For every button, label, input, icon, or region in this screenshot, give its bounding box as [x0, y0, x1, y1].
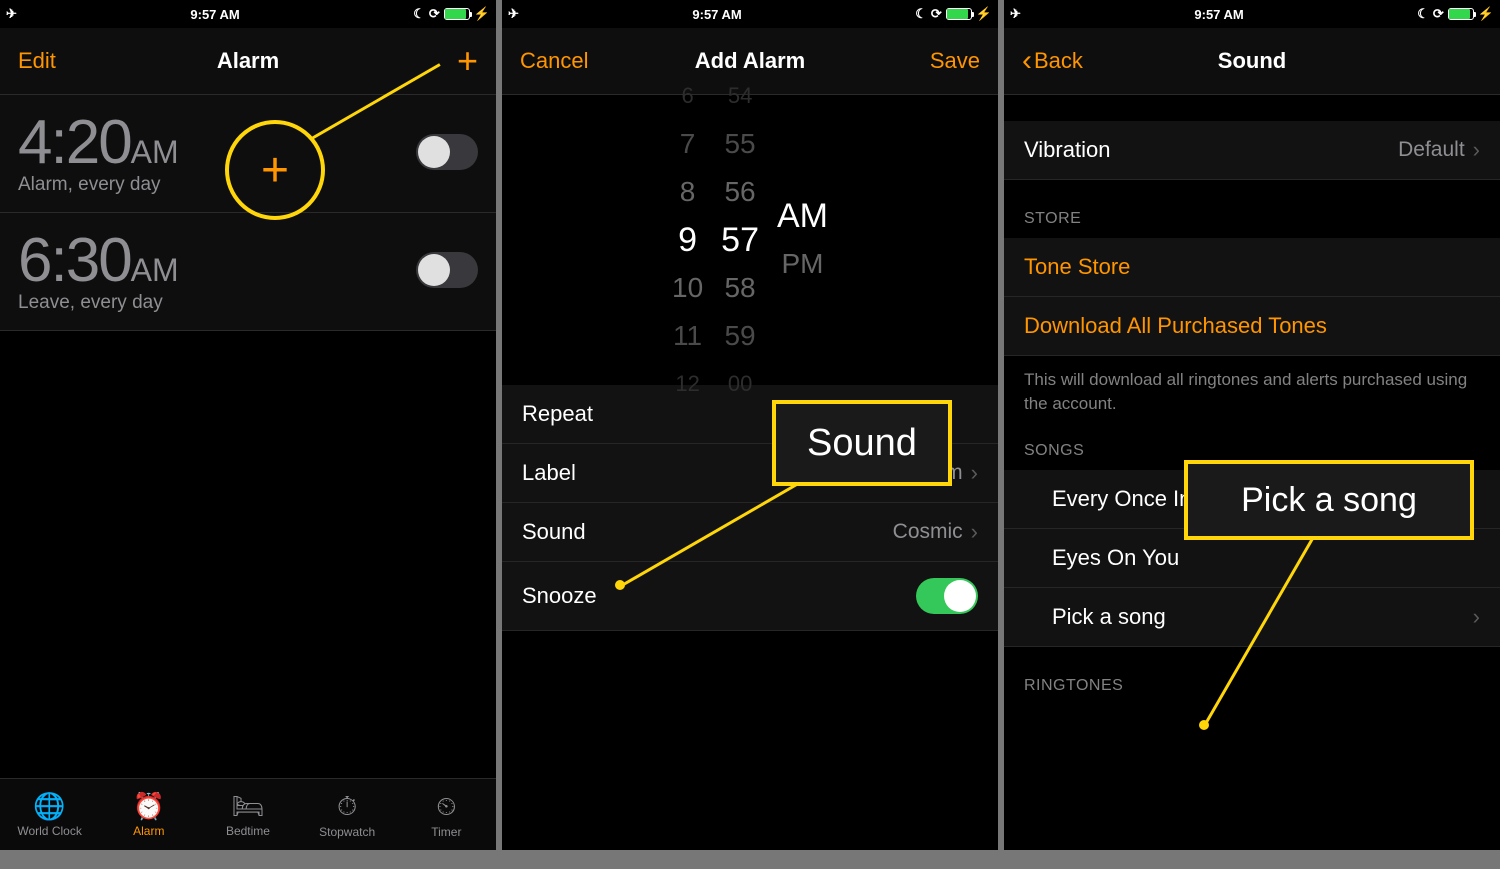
- time-picker[interactable]: 6 7 8 9 10 11 12 54 55 56 57 58 59 00 AM…: [502, 95, 998, 385]
- chevron-right-icon: ›: [1473, 604, 1480, 630]
- save-button[interactable]: Save: [930, 48, 980, 74]
- status-bar: ✈ 9:57 AM ☾ ⟳ ⚡: [1004, 0, 1500, 28]
- tab-bar: 🌐World Clock ⏰Alarm 🛏Bedtime ⏱Stopwatch …: [0, 778, 496, 850]
- alarm-time: 4:20AM: [18, 107, 179, 178]
- vibration-row[interactable]: Vibration Default›: [1004, 121, 1500, 180]
- moon-icon: ☾: [915, 6, 927, 22]
- alarm-time: 6:30AM: [18, 225, 179, 296]
- moon-icon: ☾: [413, 6, 425, 22]
- tab-bedtime[interactable]: 🛏Bedtime: [198, 791, 297, 838]
- alarm-icon: ⏰: [99, 791, 198, 822]
- cancel-button[interactable]: Cancel: [520, 48, 588, 74]
- alarm-toggle[interactable]: [416, 252, 478, 288]
- page-title: Alarm: [217, 48, 279, 74]
- store-header: STORE: [1004, 180, 1500, 238]
- callout-box-pick-song: Pick a song: [1184, 460, 1474, 540]
- globe-icon: 🌐: [0, 791, 99, 822]
- battery-icon: [1448, 8, 1474, 20]
- timer-icon: ⏲: [397, 791, 496, 823]
- charging-icon: ⚡: [1478, 6, 1494, 22]
- callout-dot: [1199, 720, 1209, 730]
- screen-alarm-list: ✈ 9:57 AM ☾ ⟳ ⚡ Edit Alarm + 4:20AM Alar…: [0, 0, 496, 850]
- download-tones-link[interactable]: Download All Purchased Tones: [1004, 297, 1500, 356]
- tone-store-link[interactable]: Tone Store: [1004, 238, 1500, 297]
- alarm-label: Leave, every day: [18, 292, 179, 314]
- status-bar: ✈ 9:57 AM ☾ ⟳ ⚡: [502, 0, 998, 28]
- airplane-icon: ✈: [508, 6, 519, 22]
- charging-icon: ⚡: [474, 6, 490, 22]
- chevron-right-icon: ›: [971, 460, 978, 486]
- alarm-toggle[interactable]: [416, 134, 478, 170]
- tab-stopwatch[interactable]: ⏱Stopwatch: [298, 791, 397, 839]
- bed-icon: 🛏: [198, 791, 297, 822]
- back-button[interactable]: ‹Back: [1022, 48, 1083, 74]
- battery-icon: [946, 8, 972, 20]
- callout-dot: [615, 580, 625, 590]
- airplane-icon: ✈: [6, 6, 17, 22]
- lock-icon: ⟳: [1433, 6, 1444, 22]
- lock-icon: ⟳: [931, 6, 942, 22]
- status-time: 9:57 AM: [692, 7, 741, 22]
- battery-icon: [444, 8, 470, 20]
- status-time: 9:57 AM: [190, 7, 239, 22]
- status-bar: ✈ 9:57 AM ☾ ⟳ ⚡: [0, 0, 496, 28]
- snooze-toggle[interactable]: [916, 578, 978, 614]
- status-time: 9:57 AM: [1194, 7, 1243, 22]
- tab-timer[interactable]: ⏲Timer: [397, 791, 496, 839]
- snooze-row: Snooze: [502, 562, 998, 631]
- chevron-right-icon: ›: [1473, 137, 1480, 163]
- airplane-icon: ✈: [1010, 6, 1021, 22]
- nav-bar: Edit Alarm +: [0, 28, 496, 95]
- chevron-right-icon: ›: [971, 519, 978, 545]
- screen-sound: ✈ 9:57 AM ☾ ⟳ ⚡ ‹Back Sound Vibration De…: [1004, 0, 1500, 850]
- add-alarm-button[interactable]: +: [457, 40, 478, 82]
- nav-bar: ‹Back Sound: [1004, 28, 1500, 95]
- page-title: Sound: [1218, 48, 1286, 74]
- lock-icon: ⟳: [429, 6, 440, 22]
- chevron-left-icon: ‹: [1022, 51, 1032, 71]
- ampm-picker[interactable]: AM PM: [777, 192, 828, 288]
- callout-box-sound: Sound: [772, 400, 952, 486]
- alarm-row[interactable]: 6:30AM Leave, every day: [0, 213, 496, 331]
- stopwatch-icon: ⏱: [298, 791, 397, 823]
- alarm-row[interactable]: 4:20AM Alarm, every day: [0, 95, 496, 213]
- minute-picker[interactable]: 54 55 56 57 58 59 00: [721, 72, 759, 408]
- page-title: Add Alarm: [695, 48, 805, 74]
- hour-picker[interactable]: 6 7 8 9 10 11 12: [672, 72, 703, 408]
- charging-icon: ⚡: [976, 6, 992, 22]
- tab-world-clock[interactable]: 🌐World Clock: [0, 791, 99, 838]
- ringtones-header: RINGTONES: [1004, 647, 1500, 705]
- screen-add-alarm: ✈ 9:57 AM ☾ ⟳ ⚡ Cancel Add Alarm Save 6 …: [502, 0, 998, 850]
- alarm-label: Alarm, every day: [18, 174, 179, 196]
- moon-icon: ☾: [1417, 6, 1429, 22]
- store-note: This will download all ringtones and ale…: [1004, 356, 1500, 428]
- tab-alarm[interactable]: ⏰Alarm: [99, 791, 198, 838]
- edit-button[interactable]: Edit: [18, 48, 56, 74]
